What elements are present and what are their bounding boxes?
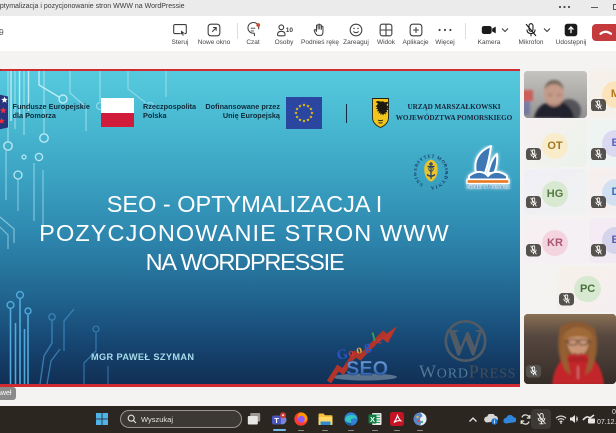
svg-text:T: T [274,416,279,425]
svg-text:X: X [370,415,375,424]
svg-text:W: W [447,322,485,364]
svg-text:10: 10 [286,27,293,34]
svg-text:WORDPRESS: WORDPRESS [419,362,516,382]
svg-text:SEO: SEO [346,358,388,380]
